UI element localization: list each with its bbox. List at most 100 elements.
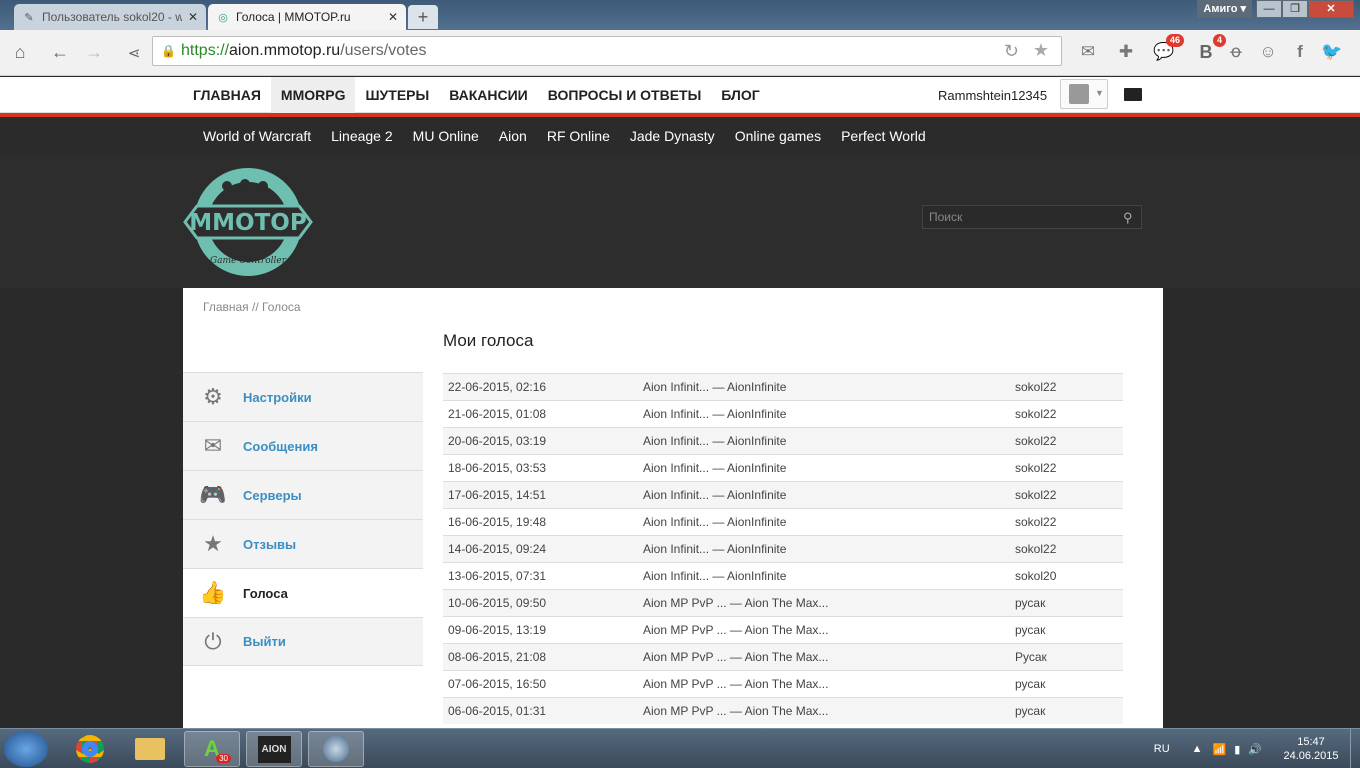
breadcrumb[interactable]: Главная // Голоса (203, 300, 301, 314)
reload-icon[interactable]: ↻ (1004, 41, 1019, 62)
username-link[interactable]: Rammshtein12345 (938, 88, 1047, 103)
mmotop-logo[interactable]: MMOTOP Game Controller (183, 166, 313, 278)
table-row: 18-06-2015, 03:53 Aion Infinit... — AionI… (443, 454, 1123, 481)
vote-username: sokol20 (1015, 569, 1057, 583)
vote-date: 07-06-2015, 16:50 (448, 677, 547, 691)
vote-server-link[interactable]: Aion Infinit... — AionInfinite (643, 407, 1015, 421)
sidebar-item-reviews[interactable]: ★ Отзывы (183, 519, 423, 568)
show-hidden-icons[interactable]: ▲ (1192, 743, 1203, 755)
vote-server-link[interactable]: Aion MP PvP ... — Aion The Max... (643, 596, 1015, 610)
game-link-mu-online[interactable]: MU Online (403, 117, 489, 156)
address-bar[interactable]: 🔒 https://aion.mmotop.ru/users/votes ↻ ★ (152, 36, 1062, 66)
table-row: 20-06-2015, 03:19 Aion Infinit... — AionI… (443, 427, 1123, 454)
vote-server-link[interactable]: Aion Infinit... — AionInfinite (643, 434, 1015, 448)
twitter-icon: 🐦 (1321, 42, 1343, 61)
back-button[interactable]: ← (46, 39, 74, 67)
signal-icon[interactable]: 📶 (1213, 743, 1227, 756)
folder-icon (135, 738, 165, 760)
vote-date: 06-06-2015, 01:31 (448, 704, 547, 718)
vote-server-link[interactable]: Aion Infinit... — AionInfinite (643, 515, 1015, 529)
sidebar-item-votes[interactable]: 👍 Голоса (183, 568, 423, 617)
sidebar-item-servers[interactable]: 🎮 Серверы (183, 470, 423, 519)
show-desktop-button[interactable] (1350, 729, 1360, 768)
menu-item-shooters[interactable]: ШУТЕРЫ (355, 77, 439, 113)
menu-item-qa[interactable]: ВОПРОСЫ И ОТВЕТЫ (538, 77, 712, 113)
twitter-button[interactable]: 🐦 (1318, 38, 1346, 66)
moimir-button[interactable]: ☺ (1254, 38, 1282, 66)
windows-taskbar: A 30 AION RU ▲ 📶 ▮ 🔊 15:47 24.06.2015 (0, 728, 1360, 768)
sidebar-item-logout[interactable]: ⏻ Выйти (183, 617, 423, 666)
messages-ext-button[interactable]: 💬 46 (1150, 34, 1184, 66)
vote-server-link[interactable]: Aion Infinit... — AionInfinite (643, 542, 1015, 556)
aion-icon: AION (257, 735, 291, 763)
table-row: 09-06-2015, 13:19 Aion MP PvP ... — Aion … (443, 616, 1123, 643)
system-tray: RU ▲ 📶 ▮ 🔊 15:47 24.06.2015 (1154, 729, 1360, 768)
search-icon[interactable]: ⚲ (1123, 210, 1137, 225)
bookmark-star-icon[interactable]: ★ (1033, 40, 1049, 61)
game-link-wow[interactable]: World of Warcraft (193, 117, 321, 156)
vote-server-link[interactable]: Aion MP PvP ... — Aion The Max... (643, 677, 1015, 691)
menu-item-blog[interactable]: БЛОГ (711, 77, 769, 113)
taskbar-aion[interactable]: AION (246, 731, 302, 767)
game-link-rf-online[interactable]: RF Online (537, 117, 620, 156)
site-search-input[interactable]: Поиск (922, 205, 1142, 229)
vote-server-link[interactable]: Aion Infinit... — AionInfinite (643, 461, 1015, 475)
browser-tab-user[interactable]: ✎ Пользователь sokol20 - www ✕ (14, 4, 206, 30)
new-tab-button[interactable]: + (408, 5, 438, 29)
game-link-online-games[interactable]: Online games (725, 117, 831, 156)
envelope-icon[interactable] (1124, 88, 1142, 101)
game-link-perfect-world[interactable]: Perfect World (831, 117, 936, 156)
vote-server-link[interactable]: Aion Infinit... — AionInfinite (643, 380, 1015, 394)
home-button[interactable]: ⌂ (6, 39, 34, 67)
profile-label: Амиго (1203, 3, 1238, 15)
clock[interactable]: 15:47 24.06.2015 (1276, 735, 1346, 763)
close-window-button[interactable]: ✕ (1308, 0, 1354, 18)
vote-date: 16-06-2015, 19:48 (448, 515, 547, 529)
facebook-button[interactable]: f (1286, 38, 1314, 66)
vote-date: 18-06-2015, 03:53 (448, 461, 547, 475)
game-link-lineage2[interactable]: Lineage 2 (321, 117, 403, 156)
share-icon: ⋖ (127, 44, 141, 62)
envelope-icon: ✉ (1080, 42, 1096, 61)
forward-button[interactable]: → (80, 39, 108, 67)
vote-date: 22-06-2015, 02:16 (448, 380, 547, 394)
game-link-aion[interactable]: Aion (489, 117, 537, 156)
mail-ext-button[interactable]: ✉ (1074, 38, 1102, 66)
vote-server-link[interactable]: Aion MP PvP ... — Aion The Max... (643, 704, 1015, 718)
avatar-dropdown[interactable]: ▼ (1060, 79, 1108, 109)
close-tab-icon[interactable]: ✕ (188, 10, 198, 24)
vote-server-link[interactable]: Aion MP PvP ... — Aion The Max... (643, 623, 1015, 637)
taskbar-explorer[interactable] (122, 731, 178, 767)
close-tab-icon[interactable]: ✕ (388, 10, 398, 24)
start-button[interactable] (4, 731, 48, 767)
share-button[interactable]: ⋖ (120, 39, 148, 67)
minimize-button[interactable]: — (1256, 0, 1282, 18)
profile-menu-button[interactable]: Амиго ▾ (1197, 0, 1252, 18)
maximize-button[interactable]: ❐ (1282, 0, 1308, 18)
vote-date: 17-06-2015, 14:51 (448, 488, 547, 502)
vote-server-link[interactable]: Aion MP PvP ... — Aion The Max... (643, 650, 1015, 664)
home-icon: ⌂ (14, 42, 26, 62)
odnoklassniki-button[interactable]: ꝋ (1222, 38, 1250, 66)
vote-server-link[interactable]: Aion Infinit... — AionInfinite (643, 569, 1015, 583)
vk-button[interactable]: В4 (1192, 34, 1226, 66)
network-icon[interactable]: ▮ (1234, 743, 1240, 756)
taskbar-amigo[interactable]: A 30 (184, 731, 240, 767)
language-indicator[interactable]: RU (1154, 743, 1170, 755)
sidebar-item-messages[interactable]: ✉ Сообщения (183, 421, 423, 470)
menu-item-home[interactable]: ГЛАВНАЯ (183, 77, 271, 113)
extensions-button[interactable]: ✚ (1112, 38, 1140, 66)
vote-username: sokol22 (1015, 515, 1057, 529)
game-link-jade-dynasty[interactable]: Jade Dynasty (620, 117, 725, 156)
browser-tab-votes[interactable]: ◎ Голоса | MMOTOP.ru ✕ (208, 4, 406, 30)
sidebar-item-settings[interactable]: ⚙ Настройки (183, 372, 423, 421)
volume-icon[interactable]: 🔊 (1248, 743, 1262, 756)
vote-server-link[interactable]: Aion Infinit... — AionInfinite (643, 488, 1015, 502)
menu-item-mmorpg[interactable]: MMORPG (270, 77, 356, 113)
window-controls: Амиго ▾ — ❐ ✕ (1197, 0, 1354, 18)
menu-item-vacancies[interactable]: ВАКАНСИИ (439, 77, 538, 113)
taskbar-chrome[interactable] (62, 731, 118, 767)
table-row: 13-06-2015, 07:31 Aion Infinit... — AionI… (443, 562, 1123, 589)
sidebar-item-label: Серверы (243, 487, 302, 503)
taskbar-teamspeak[interactable] (308, 731, 364, 767)
